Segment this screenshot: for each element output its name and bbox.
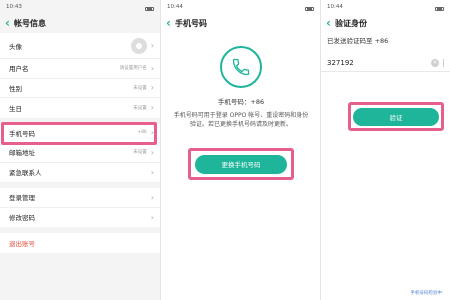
- row-label: 修改密码: [9, 214, 35, 223]
- phone-description: 手机号码可用于登录 OPPO 帐号、重设密码和身份验证。若已更换手机号码请及时更…: [173, 112, 309, 128]
- battery-icon: [305, 6, 314, 11]
- logout-group: 退出账号: [0, 233, 160, 253]
- row-email[interactable]: 邮箱地址 未设置 ›: [0, 143, 160, 163]
- code-sent-text: 已发送验证码至 +86: [327, 37, 389, 45]
- security-group: 登录管理 › 修改密码 ›: [0, 188, 160, 227]
- divider: [443, 58, 444, 67]
- status-bar: 10:43: [0, 0, 160, 13]
- highlight-change-button: 更换手机号码: [188, 148, 294, 180]
- row-value: 未设置: [133, 105, 147, 111]
- row-label: 头像: [9, 42, 22, 51]
- row-label: 用户名: [9, 65, 29, 74]
- status-time: 10:44: [327, 4, 343, 10]
- back-arrow-icon[interactable]: ‹: [326, 17, 331, 29]
- row-birthday[interactable]: 生日 未设置 ›: [0, 98, 160, 118]
- battery-icon: [145, 6, 154, 11]
- back-arrow-icon[interactable]: ‹: [166, 17, 171, 29]
- row-label: 紧急联系人: [9, 169, 42, 178]
- row-value: 未设置: [133, 150, 147, 156]
- title-bar: ‹ 手机号码: [161, 13, 320, 33]
- battery-icon: [435, 6, 444, 11]
- chevron-right-icon: ›: [150, 147, 154, 157]
- row-label: 生日: [9, 104, 22, 113]
- phone-icon: [220, 46, 262, 88]
- verify-button[interactable]: 验证: [353, 107, 439, 126]
- row-emergency-contact[interactable]: 紧急联系人 ›: [0, 163, 160, 183]
- row-value: 请设置用户名: [119, 66, 147, 72]
- row-username[interactable]: 用户名 请设置用户名 ›: [0, 59, 160, 79]
- highlight-phone-row: [1, 122, 157, 145]
- chevron-right-icon: ›: [150, 63, 154, 73]
- verification-code-value: 327192: [327, 58, 354, 67]
- row-avatar[interactable]: 头像 ›: [0, 33, 160, 59]
- status-bar: 10:44: [321, 0, 450, 13]
- row-label: 邮箱地址: [9, 149, 35, 158]
- row-label: 登录管理: [9, 194, 35, 203]
- status-time: 10:43: [6, 4, 22, 10]
- logout-label: 退出账号: [9, 239, 35, 248]
- page-title: 验证身份: [334, 18, 367, 28]
- avatar: [130, 37, 147, 54]
- title-bar: ‹ 帐号信息: [0, 13, 160, 33]
- status-bar: 10:44: [161, 0, 320, 13]
- title-bar: ‹ 验证身份: [321, 13, 450, 33]
- row-login-management[interactable]: 登录管理 ›: [0, 188, 160, 208]
- row-value: 未设置: [133, 85, 147, 91]
- chevron-right-icon: ›: [150, 192, 154, 202]
- profile-group: 头像 › 用户名 请设置用户名 › 性别 未设置 › 生日 未设置 ›: [0, 33, 160, 118]
- row-gender[interactable]: 性别 未设置 ›: [0, 79, 160, 98]
- clear-icon[interactable]: ×: [431, 58, 439, 67]
- bottom-link[interactable]: 手机号码检验中: [411, 290, 443, 296]
- row-label: 性别: [9, 84, 22, 93]
- account-info-screen: 10:43 ‹ 帐号信息 头像 › 用户名 请设置用户名 › 性别 未设置 › 生日…: [0, 0, 160, 300]
- chevron-right-icon: ›: [150, 103, 154, 113]
- highlight-verify-button: 验证: [348, 102, 444, 131]
- phone-number-screen: 10:44 ‹ 手机号码 手机号码：+86 手机号码可用于登录 OPPO 帐号、…: [160, 0, 320, 300]
- chevron-right-icon: ›: [150, 41, 154, 50]
- verify-identity-screen: 10:44 ‹ 验证身份 已发送验证码至 +86 327192 × 验证 手机号…: [320, 0, 450, 300]
- page-title: 帐号信息: [13, 18, 46, 28]
- chevron-right-icon: ›: [150, 167, 154, 177]
- change-phone-button[interactable]: 更换手机号码: [195, 154, 287, 174]
- logout-button[interactable]: 退出账号: [0, 233, 160, 253]
- phone-number-text: 手机号码：+86: [217, 98, 265, 106]
- row-change-password[interactable]: 修改密码 ›: [0, 208, 160, 228]
- back-arrow-icon[interactable]: ‹: [5, 17, 10, 29]
- chevron-right-icon: ›: [150, 83, 154, 93]
- status-time: 10:44: [167, 4, 183, 10]
- verification-code-field[interactable]: 327192 ×: [321, 54, 450, 72]
- chevron-right-icon: ›: [150, 212, 154, 222]
- page-title: 手机号码: [174, 18, 207, 28]
